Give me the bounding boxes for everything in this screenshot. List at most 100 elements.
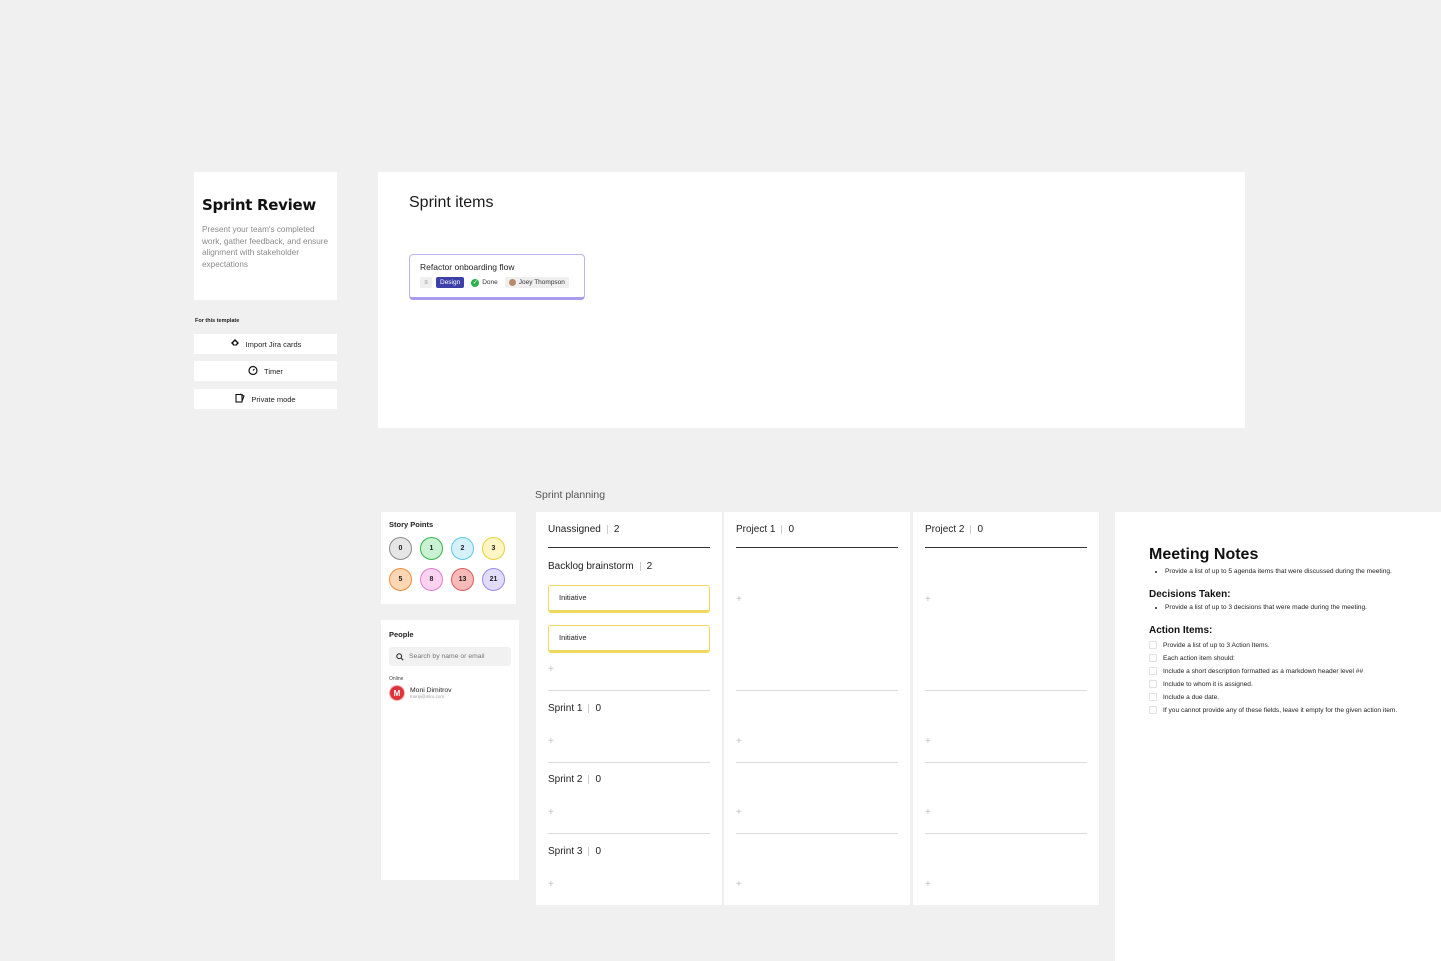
action-checkbox[interactable] [1149,641,1157,649]
add-card-button[interactable]: + [925,594,931,605]
add-card-button[interactable]: + [548,807,554,818]
add-card-button[interactable]: + [736,807,742,818]
story-point-2[interactable]: 2 [451,537,474,560]
divider [925,762,1087,763]
group-count: 2 [646,561,653,572]
add-card-button[interactable]: + [925,736,931,747]
group-header-backlog: Backlog brainstorm 2 [548,561,652,572]
column-unassigned: Unassigned 2 Backlog brainstorm 2 Initiati… [536,512,722,905]
add-card-button[interactable]: + [736,736,742,747]
action-checkbox[interactable] [1149,654,1157,662]
divider [925,690,1087,691]
action-checkbox[interactable] [1149,680,1157,688]
timer-label: Timer [264,366,283,376]
story-point-1[interactable]: 1 [420,537,443,560]
actions-title: Action Items: [1149,625,1213,636]
divider [548,762,710,763]
jira-tag[interactable]: Design [436,277,465,288]
action-item: Include a due date. [1149,693,1441,701]
import-jira-button[interactable]: Import Jira cards [194,334,337,354]
story-point-5[interactable]: 5 [389,568,412,591]
timer-button[interactable]: Timer [194,361,337,381]
group-name: Backlog brainstorm [548,561,634,572]
story-points-panel: Story Points 0 1 2 3 5 8 13 21 [381,512,516,604]
description-icon: ≡ [420,277,432,288]
action-items-list: Provide a list of up to 3 Action Items. E… [1149,641,1441,714]
add-card-button[interactable]: + [548,664,554,675]
group-header-sprint-1: Sprint 1 0 [548,703,601,714]
initiative-card[interactable]: Initiative [548,625,710,653]
story-point-0[interactable]: 0 [389,537,412,560]
action-checkbox[interactable] [1149,667,1157,675]
template-description: Present your team's completed work, gath… [202,225,329,269]
story-point-21[interactable]: 21 [482,568,505,591]
agenda-list: Provide a list of up to 5 agenda items t… [1149,567,1441,577]
jira-card-meta: ≡ Design ✓ Done Joey Thompson [420,277,574,288]
jira-icon [230,338,240,350]
action-item: If you cannot provide any of these field… [1149,706,1441,714]
add-card-button[interactable]: + [736,879,742,890]
people-panel: People Search by name or email Online M … [381,620,519,880]
decisions-title: Decisions Taken: [1149,589,1231,600]
person-email: mony@miro.com [410,694,445,699]
sprint-planning-label: Sprint planning [535,489,606,501]
divider [548,833,710,834]
column-project-2: Project 2 0 + + + + [913,512,1099,905]
column-header: Project 1 0 [736,524,898,548]
story-points-grid: 0 1 2 3 5 8 13 21 [389,537,508,591]
meeting-notes-panel: Meeting Notes Provide a list of up to 5 … [1115,512,1441,961]
jira-card-title: Refactor onboarding flow [420,262,515,272]
story-point-3[interactable]: 3 [482,537,505,560]
action-item-text: Include a short description formatted as… [1163,667,1364,675]
divider [925,833,1087,834]
divider [548,690,710,691]
private-mode-label: Private mode [251,394,296,404]
story-points-title: Story Points [389,520,434,529]
jira-assignee[interactable]: Joey Thompson [504,277,569,288]
avatar: M [389,685,405,701]
timer-icon [248,365,258,377]
column-count: 0 [788,524,795,535]
person-name: Moni Dimitrov [410,687,452,694]
people-search-input[interactable]: Search by name or email [389,647,511,666]
group-header-sprint-2: Sprint 2 0 [548,774,601,785]
jira-assignee-name: Joey Thompson [518,279,565,286]
template-info-card: Sprint Review Present your team's comple… [194,172,337,300]
online-label: Online [389,676,404,682]
for-template-label: For this template [195,318,240,324]
action-item-text: If you cannot provide any of these field… [1163,706,1398,714]
initiative-card[interactable]: Initiative [548,585,710,613]
column-name: Unassigned [548,524,601,535]
action-item-text: Provide a list of up to 3 Action Items. [1163,641,1270,649]
action-item-text: Include a due date. [1163,693,1220,701]
group-count: 0 [595,703,602,714]
person-item[interactable]: M Moni Dimitrov mony@miro.com [389,685,511,701]
story-point-13[interactable]: 13 [451,568,474,591]
add-card-button[interactable]: + [925,879,931,890]
agenda-item: Provide a list of up to 5 agenda items t… [1165,567,1441,577]
template-title: Sprint Review [202,196,316,214]
action-checkbox[interactable] [1149,693,1157,701]
add-card-button[interactable]: + [925,807,931,818]
people-search-placeholder: Search by name or email [409,653,485,660]
jira-status[interactable]: ✓ Done [468,278,501,287]
add-card-button[interactable]: + [548,879,554,890]
import-jira-label: Import Jira cards [245,339,302,349]
action-item: Include a short description formatted as… [1149,667,1441,675]
avatar [508,279,516,286]
column-name: Project 1 [736,524,776,535]
private-mode-button[interactable]: Private mode [194,389,337,409]
column-project-1: Project 1 0 + + + + [724,512,910,905]
column-count: 0 [977,524,984,535]
add-card-button[interactable]: + [736,594,742,605]
column-header: Unassigned 2 [548,524,710,548]
group-name: Sprint 1 [548,703,583,714]
action-item: Provide a list of up to 3 Action Items. [1149,641,1441,649]
action-checkbox[interactable] [1149,706,1157,714]
column-count: 2 [613,524,620,535]
jira-card[interactable]: Refactor onboarding flow ≡ Design ✓ Done… [409,254,585,300]
divider [736,762,898,763]
story-point-8[interactable]: 8 [420,568,443,591]
add-card-button[interactable]: + [548,736,554,747]
decision-item: Provide a list of up to 3 decisions that… [1165,603,1441,613]
